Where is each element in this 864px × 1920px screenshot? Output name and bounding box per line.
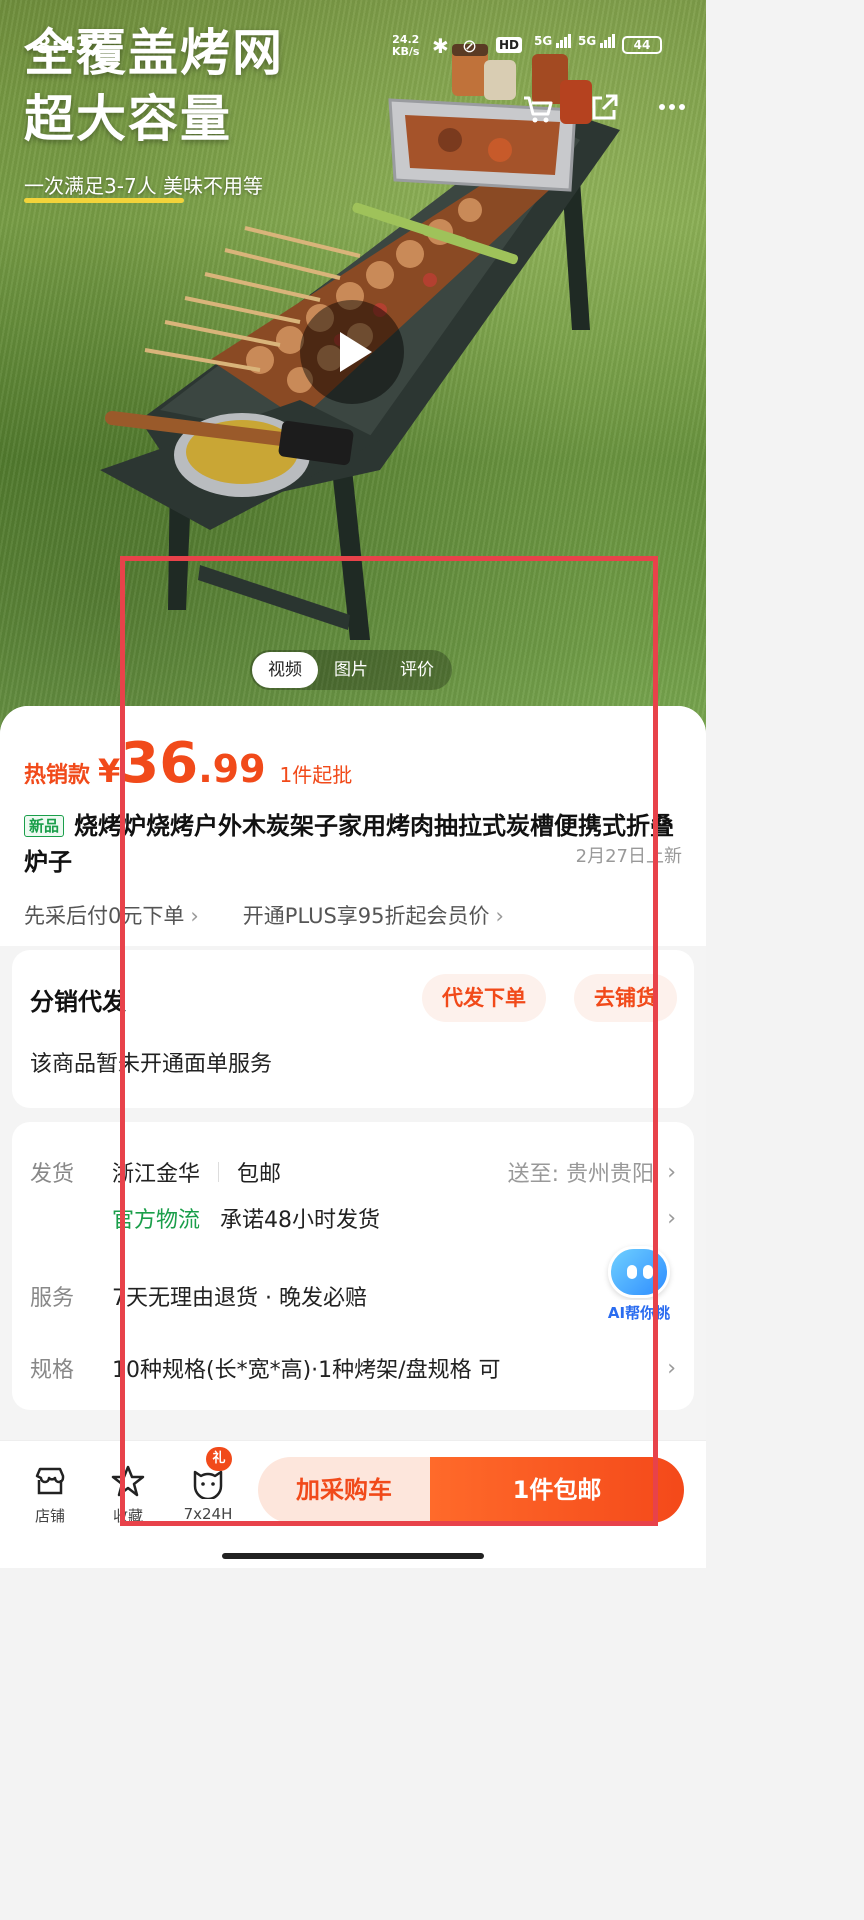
shipping-row[interactable]: 发货 浙江金华 包邮 送至: 贵州贵阳 › bbox=[30, 1156, 676, 1188]
service-links: 先采后付0元下单 › 开通PLUS享95折起会员价 › bbox=[24, 900, 504, 930]
ai-assistant-label: AI帮你挑 bbox=[598, 1300, 680, 1325]
star-icon bbox=[98, 1461, 158, 1501]
currency-symbol: ¥ bbox=[98, 752, 121, 790]
product-summary: 热销款 ¥ 36 .99 1件起批 新品 烧烤炉烧烤户外木炭架子家用烤肉抽拉式炭槽… bbox=[0, 706, 706, 946]
signal-icon-2: 5G bbox=[578, 34, 616, 48]
play-video-icon[interactable] bbox=[300, 300, 404, 404]
shop-label: 店铺 bbox=[34, 1507, 65, 1525]
distribution-title: 分销代发 bbox=[30, 988, 126, 1016]
chevron-right-icon: › bbox=[667, 1159, 676, 1185]
purchase-actions: 加采购车 1件包邮 bbox=[258, 1457, 684, 1523]
hd-voice-icon: HD bbox=[496, 37, 523, 53]
product-media-hero[interactable]: 全覆盖烤网 超大容量 一次满足3-7人 美味不用等 8:43 24.2 KB/s… bbox=[0, 0, 706, 740]
buy-now-button[interactable]: 1件包邮 bbox=[430, 1457, 684, 1523]
shipping-label: 发货 bbox=[30, 1162, 75, 1187]
more-icon[interactable] bbox=[652, 92, 692, 132]
ai-assistant-button[interactable]: AI帮你挑 bbox=[598, 1246, 680, 1336]
net-speed-unit: KB/s bbox=[392, 45, 420, 58]
ai-assistant-icon bbox=[608, 1246, 670, 1298]
favorite-button[interactable]: 收藏 bbox=[98, 1461, 158, 1526]
chevron-right-icon: › bbox=[667, 1205, 676, 1231]
spec-row[interactable]: 规格 10种规格(长*宽*高)·1种烤架/盘规格 可 › bbox=[30, 1352, 676, 1384]
chevron-right-icon: › bbox=[190, 904, 199, 928]
service-cat-icon bbox=[178, 1461, 238, 1501]
tab-reviews[interactable]: 评价 bbox=[384, 652, 450, 688]
ship-to: 送至: 贵州贵阳 bbox=[507, 1162, 654, 1187]
add-to-cart-button[interactable]: 加采购车 bbox=[258, 1457, 430, 1523]
distribution-panel: 分销代发 代发下单 去铺货 该商品暂未开通面单服务 bbox=[12, 950, 694, 1108]
service-label-24h: 7x24H bbox=[183, 1505, 233, 1523]
signal-icon: 5G bbox=[534, 34, 572, 48]
gift-badge: 礼 bbox=[206, 1447, 232, 1471]
sim1-label: 5G bbox=[534, 34, 553, 48]
network-speed: 24.2 KB/s bbox=[392, 34, 419, 58]
status-time: 8:43 bbox=[36, 34, 91, 59]
media-tabs: 视频 图片 评价 bbox=[250, 650, 452, 690]
promo-subline: 一次满足3-7人 美味不用等 bbox=[24, 174, 264, 198]
bluetooth-icon: ✱ bbox=[432, 34, 449, 58]
home-indicator bbox=[222, 1553, 484, 1559]
store-icon bbox=[20, 1461, 80, 1501]
promo-line-2: 超大容量 bbox=[24, 90, 232, 148]
divider bbox=[218, 1162, 220, 1182]
logistics-row[interactable]: 官方物流 承诺48小时发货 › bbox=[30, 1202, 676, 1234]
tab-video[interactable]: 视频 bbox=[252, 652, 318, 688]
minimum-order: 1件起批 bbox=[279, 763, 353, 787]
hot-sale-tag: 热销款 bbox=[24, 763, 91, 788]
details-panel: 发货 浙江金华 包邮 送至: 贵州贵阳 › 官方物流 承诺48小时发货 › 服务… bbox=[12, 1122, 694, 1410]
tab-images[interactable]: 图片 bbox=[318, 652, 384, 688]
cart-icon[interactable] bbox=[518, 92, 558, 132]
official-logistics: 官方物流 bbox=[112, 1208, 201, 1233]
promo-underline bbox=[24, 198, 184, 203]
battery-icon: 44 bbox=[622, 36, 662, 54]
vibrate-mute-icon: ⊘ bbox=[462, 36, 478, 57]
listed-date: 2月27日上新 bbox=[575, 846, 682, 867]
plus-membership-link[interactable]: 开通PLUS享95折起会员价 › bbox=[243, 900, 504, 930]
sim2-label: 5G bbox=[578, 34, 597, 48]
pay-later-label: 先采后付0元下单 bbox=[24, 904, 185, 928]
price-row: 热销款 ¥ 36 .99 1件起批 bbox=[24, 736, 352, 792]
price-integer: 36 bbox=[120, 731, 199, 796]
customer-service-button[interactable]: 礼 7x24H bbox=[178, 1447, 238, 1523]
chevron-right-icon: › bbox=[495, 904, 504, 928]
pay-later-link[interactable]: 先采后付0元下单 › bbox=[24, 900, 199, 930]
dropship-order-button[interactable]: 代发下单 bbox=[422, 974, 546, 1022]
add-to-store-button[interactable]: 去铺货 bbox=[574, 974, 677, 1022]
ship-promise: 承诺48小时发货 bbox=[220, 1208, 381, 1233]
new-badge: 新品 bbox=[24, 815, 65, 837]
service-label: 服务 bbox=[30, 1286, 75, 1311]
favorite-label: 收藏 bbox=[112, 1507, 143, 1525]
share-icon[interactable] bbox=[584, 92, 624, 132]
bottom-action-bar: 店铺 收藏 礼 7x24H 加采购车 1件包邮 bbox=[0, 1440, 706, 1568]
spec-value: 10种规格(长*宽*高)·1种烤架/盘规格 可 bbox=[112, 1358, 501, 1383]
spec-label: 规格 bbox=[30, 1358, 75, 1383]
chevron-right-icon: › bbox=[667, 1355, 676, 1381]
service-value: 7天无理由退货 · 晚发必赔 bbox=[112, 1286, 367, 1311]
plus-membership-label: 开通PLUS享95折起会员价 bbox=[242, 904, 490, 928]
free-shipping: 包邮 bbox=[237, 1162, 282, 1187]
price-decimal: .99 bbox=[198, 747, 266, 791]
ship-from: 浙江金华 bbox=[112, 1162, 201, 1187]
service-row[interactable]: 服务 7天无理由退货 · 晚发必赔 bbox=[30, 1280, 676, 1312]
status-bar: 8:43 24.2 KB/s ✱ ⊘ HD 5G 5G 44 bbox=[0, 0, 706, 90]
waybill-note: 该商品暂未开通面单服务 bbox=[30, 1052, 273, 1077]
shop-button[interactable]: 店铺 bbox=[20, 1461, 80, 1526]
